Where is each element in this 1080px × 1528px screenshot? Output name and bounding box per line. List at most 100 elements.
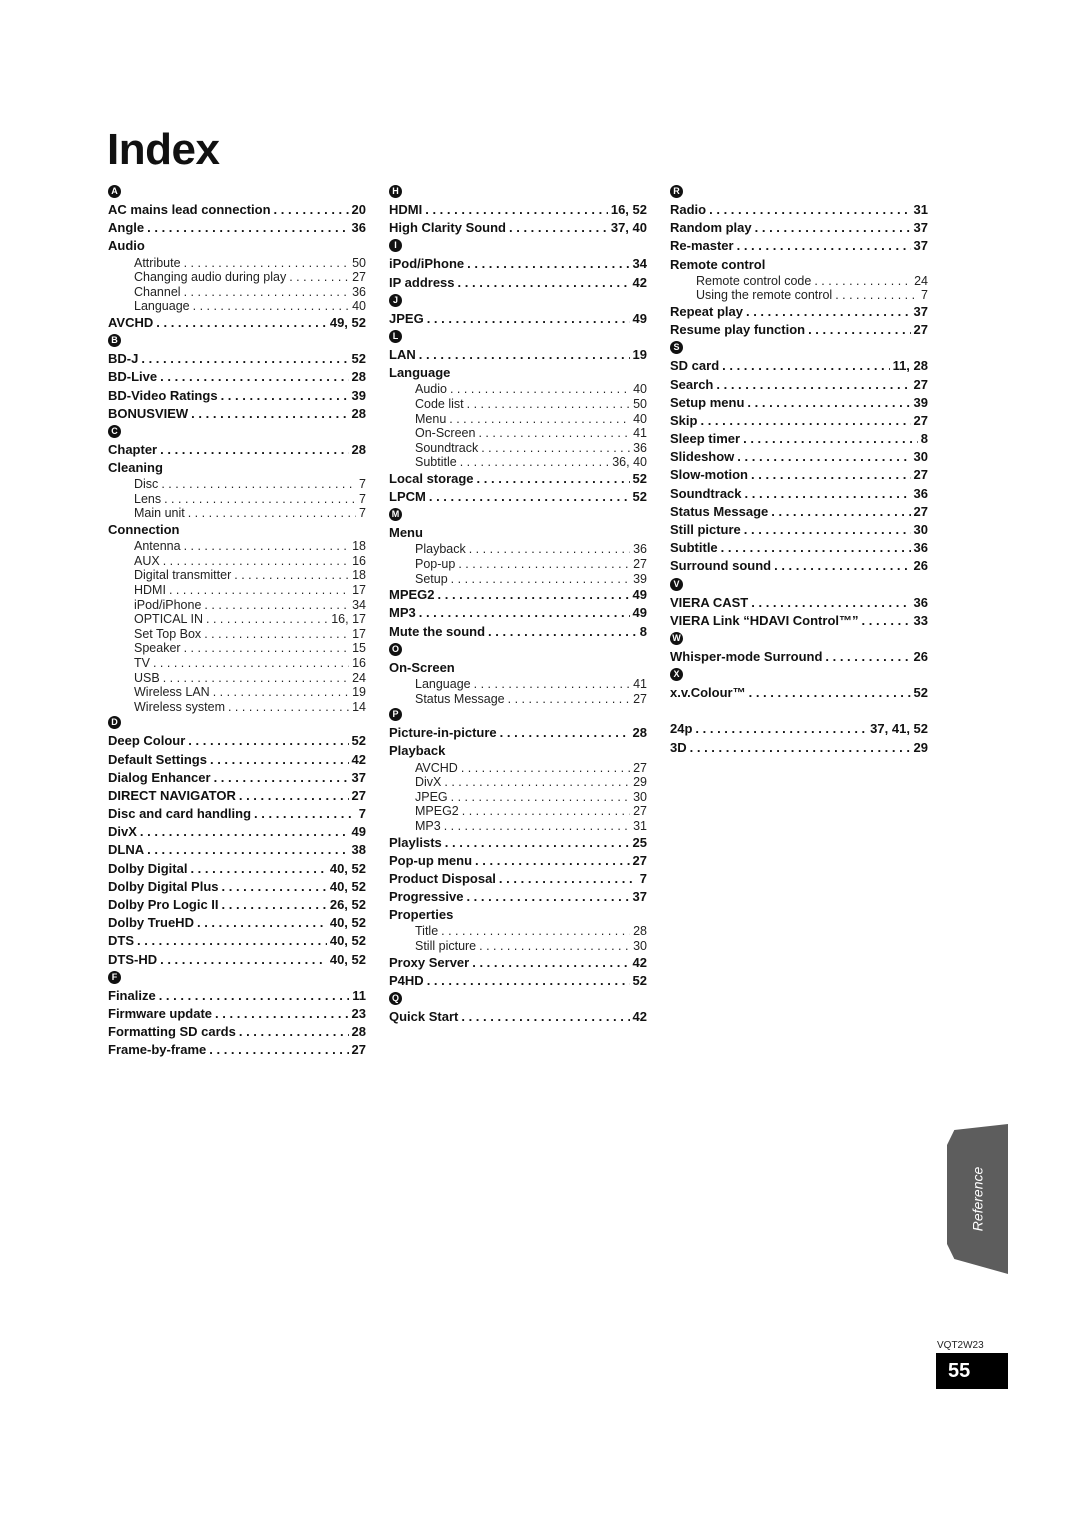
index-entry: Dolby Digital Plus 40, 52 <box>108 878 366 896</box>
index-entry: 24p 37, 41, 52 <box>670 720 928 738</box>
dot-leader <box>451 572 630 587</box>
section-letter-badge: C <box>108 424 121 438</box>
index-entry: Mute the sound 8 <box>389 623 647 641</box>
page-reference: 42 <box>632 954 647 970</box>
entry-label: TV <box>134 655 150 670</box>
dot-leader <box>209 1041 348 1059</box>
page-reference: 34 <box>632 256 647 272</box>
entry-label: Dolby Digital <box>108 860 188 876</box>
page-reference: 25 <box>632 834 647 850</box>
index-heading: Connection <box>108 521 366 539</box>
index-subentry: On-Screen 41 <box>389 426 647 441</box>
page-reference: 39 <box>913 394 928 410</box>
dot-leader <box>746 303 911 321</box>
page-reference: 7 <box>359 491 366 506</box>
entry-label: Playback <box>389 743 446 759</box>
entry-label: JPEG <box>415 789 448 804</box>
index-entry: AC mains lead connection 20 <box>108 201 366 219</box>
page-reference: 26 <box>913 558 928 574</box>
index-entry: DTS 40, 52 <box>108 932 366 950</box>
page-reference: 42 <box>351 751 366 767</box>
page-reference: 18 <box>352 539 366 554</box>
section-letter-badge: B <box>108 334 121 348</box>
entry-label: Remote control <box>670 256 766 272</box>
index-heading: Audio <box>108 237 366 255</box>
page-reference: 30 <box>913 449 928 465</box>
dot-leader <box>274 201 349 219</box>
section-letter-badge: O <box>389 642 402 656</box>
entry-label: Language <box>415 676 471 691</box>
index-entry: DTS-HD 40, 52 <box>108 951 366 969</box>
index-entry: Setup menu 39 <box>670 394 928 412</box>
page-reference: 27 <box>913 467 928 483</box>
index-subentry: Playback 36 <box>389 542 647 557</box>
dot-leader <box>215 1005 349 1023</box>
dot-leader <box>429 488 630 506</box>
entry-label: DivX <box>108 824 137 840</box>
entry-label: Progressive <box>389 889 464 905</box>
page-reference: 34 <box>352 597 366 612</box>
dot-leader <box>153 656 349 671</box>
dot-leader <box>461 761 630 776</box>
index-subentry: Title 28 <box>389 924 647 939</box>
entry-label: LAN <box>389 346 416 362</box>
index-column-3: R Radio 31 Random play 37 Re-master 37 Remote c… <box>670 183 928 757</box>
page-reference: 19 <box>632 346 647 362</box>
page-reference: 36 <box>913 485 928 501</box>
page-reference: 52 <box>632 972 647 988</box>
entry-label: Language <box>134 299 190 314</box>
index-entry: Firmware update 23 <box>108 1005 366 1023</box>
dot-leader <box>467 255 629 273</box>
dot-leader <box>160 368 348 386</box>
index-subentry: MPEG2 27 <box>389 804 647 819</box>
dot-leader <box>184 539 350 554</box>
entry-label: Speaker <box>134 641 181 656</box>
model-code: VQT2W23 <box>937 1340 984 1351</box>
dot-leader <box>808 321 910 339</box>
entry-label: LPCM <box>389 489 426 505</box>
entry-label: VIERA Link “HDAVI Control™” <box>670 612 859 628</box>
page-reference: 7 <box>921 288 928 303</box>
dot-leader <box>427 972 630 990</box>
page-reference: 52 <box>351 351 366 367</box>
index-subentry: Digital transmitter 18 <box>108 568 366 583</box>
entry-label: Connection <box>108 522 180 538</box>
index-entry: Resume play function 27 <box>670 321 928 339</box>
dot-leader <box>213 685 349 700</box>
dot-leader <box>184 256 350 271</box>
index-entry: VIERA Link “HDAVI Control™” 33 <box>670 612 928 630</box>
dot-leader <box>722 357 889 375</box>
entry-label: IP address <box>389 274 455 290</box>
index-entry: LPCM 52 <box>389 488 647 506</box>
dot-leader <box>222 878 327 896</box>
entry-label: Repeat play <box>670 303 743 319</box>
entry-label: Lens <box>134 491 162 506</box>
dot-leader <box>862 612 911 630</box>
page-reference: 18 <box>352 568 366 583</box>
entry-label: Proxy Server <box>389 954 470 970</box>
entry-label: Default Settings <box>108 751 207 767</box>
dot-leader <box>771 503 910 521</box>
page-reference: 40, 52 <box>329 933 366 949</box>
page-reference: 27 <box>633 760 647 775</box>
page-reference: 28 <box>633 924 647 939</box>
entry-label: HDMI <box>389 202 423 217</box>
page-reference: 38 <box>351 842 366 858</box>
dot-leader <box>737 448 910 466</box>
index-entry: Dialog Enhancer 37 <box>108 769 366 787</box>
index-entry: Repeat play 37 <box>670 303 928 321</box>
index-entry: Radio 31 <box>670 201 928 219</box>
entry-label: MP3 <box>389 605 416 621</box>
page-reference: 28 <box>632 725 647 741</box>
page-reference: 37, 41, 52 <box>870 721 928 737</box>
dot-leader <box>749 684 911 702</box>
page-reference: 39 <box>351 387 366 403</box>
entry-label: DTS-HD <box>108 951 158 967</box>
page-reference: 52 <box>351 733 366 749</box>
page-reference: 50 <box>633 396 647 411</box>
entry-label: Subtitle <box>415 455 457 470</box>
page-reference: 40 <box>352 299 366 314</box>
index-subentry: Pop-up 27 <box>389 557 647 572</box>
index-subentry: Speaker 15 <box>108 641 366 656</box>
page-reference: 27 <box>632 852 647 868</box>
